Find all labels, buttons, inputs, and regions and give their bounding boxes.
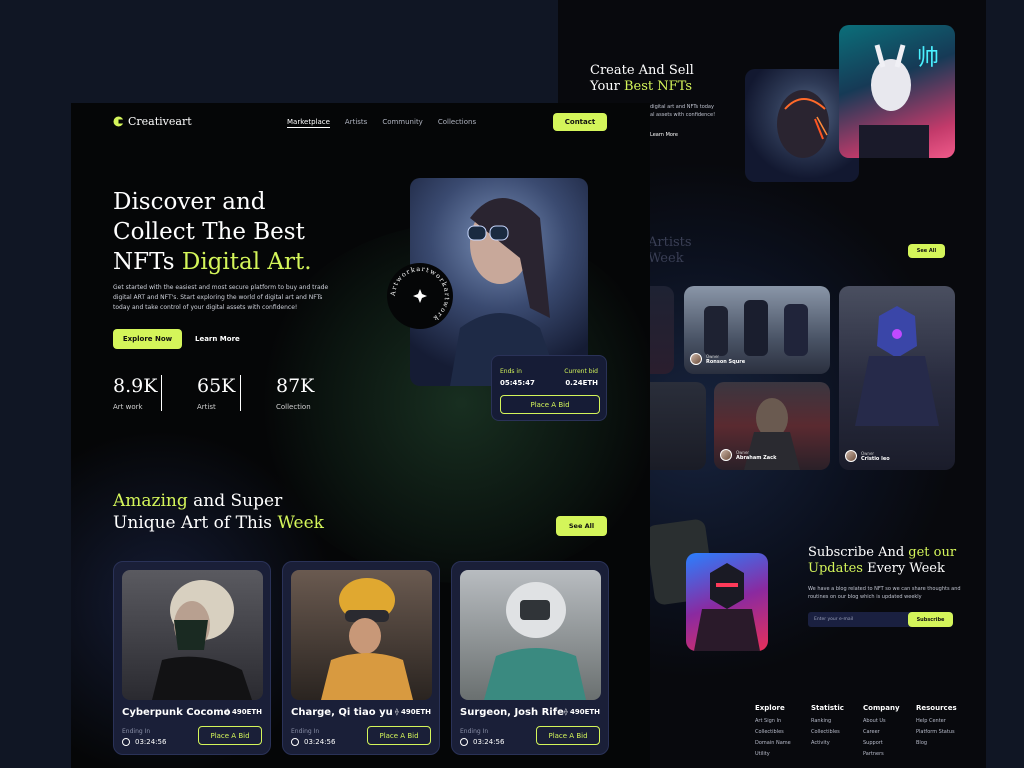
brand-logo[interactable]: Creativeart	[113, 115, 192, 128]
divider	[161, 375, 162, 411]
explore-now-button[interactable]: Explore Now	[113, 329, 182, 349]
footer-col-resources: Resources Help Center Platform Status Bl…	[916, 704, 957, 746]
main-page: Creativeart Marketplace Artists Communit…	[71, 103, 650, 768]
hero-place-bid-button[interactable]: Place A Bid	[500, 395, 600, 414]
artists-week-title: Artists Week	[648, 235, 692, 266]
subscribe-form: Enter your e-mail Subscribe	[808, 612, 953, 627]
logo-icon	[113, 116, 124, 127]
footer-col-explore: Explore Art Sign In Collectibles Domain …	[755, 704, 791, 757]
learn-more-link[interactable]: Learn More	[195, 335, 240, 343]
subscribe-title: Subscribe And get our Updates Every Week	[808, 545, 957, 576]
clock-icon	[122, 738, 130, 746]
hero-description: Get started with the easiest and most se…	[113, 284, 329, 311]
card-place-bid-button[interactable]: Place A Bid	[367, 726, 431, 745]
avatar	[690, 353, 702, 365]
hero-title: Discover and Collect The Best NFTs Digit…	[113, 189, 312, 275]
red-samurai-image	[686, 553, 768, 651]
create-sell-desc: digital art and NFTs today al assets wit…	[650, 104, 716, 118]
nft-card[interactable]: Charge, Qi tiao yu ⟠ 490ETH Ending In 03…	[282, 561, 440, 755]
avatar	[720, 449, 732, 461]
owner-ronson: Owner Ronson Squre	[690, 353, 745, 365]
owner-cristio: Owner Cristio leo	[845, 450, 890, 462]
avatar	[845, 450, 857, 462]
nav-community[interactable]: Community	[382, 118, 423, 128]
subscribe-button[interactable]: Subscribe	[908, 612, 953, 627]
soldiers-image: Owner Ronson Squre	[684, 286, 830, 374]
main-nav: Marketplace Artists Community Collection…	[287, 118, 476, 128]
footer-col-company: Company About Us Career Support Partners	[863, 704, 900, 757]
divider	[240, 375, 241, 411]
stat-artist: 65K Artist	[197, 375, 236, 411]
card-image-cyberpunk	[122, 570, 263, 700]
nft-card[interactable]: Surgeon, Josh Rife ⟠ 490ETH Ending In 03…	[451, 561, 609, 755]
clock-icon	[291, 738, 299, 746]
subscribe-desc: We have a blog related to NFT so we can …	[808, 586, 961, 600]
footer-col-statistic: Statistic Ranking Collectibles Activity	[811, 704, 844, 746]
card-image-surgeon	[460, 570, 601, 700]
svg-text:帅: 帅	[917, 46, 939, 71]
create-learn-more-link[interactable]: Learn More	[650, 132, 678, 138]
email-field[interactable]: Enter your e-mail	[814, 617, 853, 622]
contact-button[interactable]: Contact	[553, 113, 607, 131]
card-image-charge	[291, 570, 432, 700]
nav-marketplace[interactable]: Marketplace	[287, 118, 330, 128]
nav-artists[interactable]: Artists	[345, 118, 367, 128]
hooded-figure-image: Owner Abraham Zack	[714, 382, 830, 470]
artwork-badge: Artworkartworkartwork	[387, 263, 453, 329]
nft-card[interactable]: Cyberpunk Cocomo ⟠ 490ETH Ending In 03:2…	[113, 561, 271, 755]
card-place-bid-button[interactable]: Place A Bid	[198, 726, 262, 745]
bid-panel: Ends in 05:45:47 Current bid 0.24ETH Pla…	[491, 355, 607, 421]
stat-artwork: 8.9K Art work	[113, 375, 158, 411]
weekly-see-all-button[interactable]: See All	[556, 516, 607, 536]
clock-icon	[460, 738, 468, 746]
create-sell-title: Create And Sell Your Best NFTs	[590, 63, 694, 94]
sparkle-icon	[413, 289, 427, 303]
owner-abraham: Owner Abraham Zack	[720, 449, 776, 461]
weekly-title: Amazing and Super Unique Art of This Wee…	[113, 491, 324, 533]
nav-collections[interactable]: Collections	[438, 118, 476, 128]
artists-see-all-button[interactable]: See All	[908, 244, 945, 258]
card-place-bid-button[interactable]: Place A Bid	[536, 726, 600, 745]
neon-bunny-image: 帅	[839, 25, 955, 158]
blue-warrior-image: Owner Cristio leo	[839, 286, 955, 470]
stat-collection: 87K Collection	[276, 375, 315, 411]
